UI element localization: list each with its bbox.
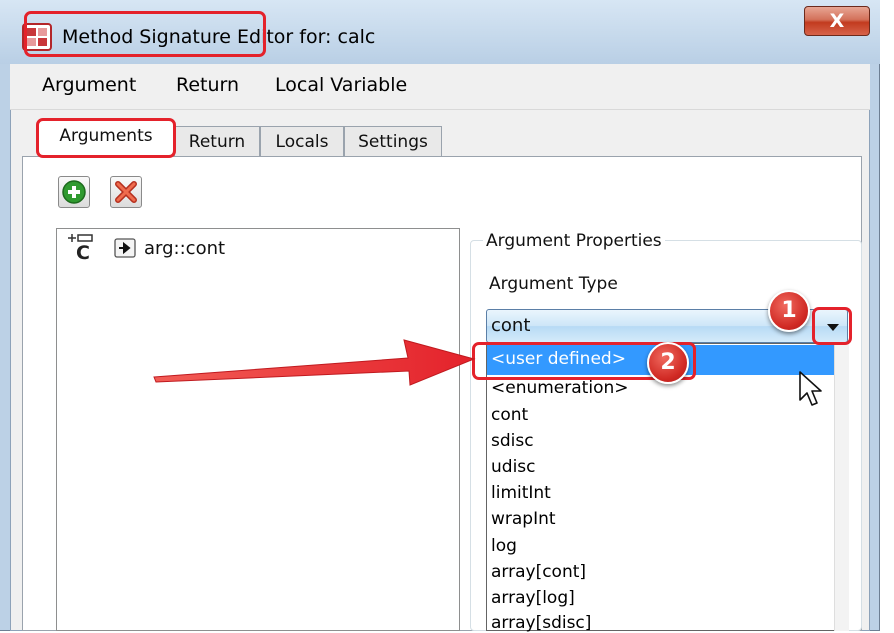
option-array-sdisc[interactable]: array[sdisc] (491, 613, 591, 633)
green-plus-icon (62, 180, 86, 204)
mouse-cursor-icon (798, 370, 824, 410)
option-enumeration[interactable]: <enumeration> (491, 378, 629, 398)
option-cont[interactable]: cont (491, 405, 528, 425)
delete-argument-button[interactable] (110, 176, 142, 208)
argument-type-label: Argument Type (489, 274, 618, 294)
option-wrapint[interactable]: wrapInt (491, 509, 556, 529)
close-button[interactable]: X (804, 6, 870, 36)
arguments-tab-highlight-box (36, 118, 176, 158)
callout-1: 1 (768, 290, 810, 332)
tab-settings[interactable]: Settings (344, 126, 442, 156)
input-arrow-icon (114, 238, 136, 258)
tab-return[interactable]: Return (174, 126, 260, 156)
menu-return[interactable]: Return (176, 74, 239, 96)
option-array-cont[interactable]: array[cont] (491, 562, 586, 582)
tab-locals[interactable]: Locals (260, 126, 344, 156)
menu-argument[interactable]: Argument (42, 74, 136, 96)
dropdown-scrollbar[interactable] (834, 344, 849, 631)
title-highlight-box (24, 11, 266, 57)
option-sdisc[interactable]: sdisc (491, 431, 534, 451)
argument-item-label[interactable]: arg::cont (144, 238, 225, 259)
class-c-icon: C (66, 232, 106, 264)
argument-list[interactable] (56, 228, 460, 631)
menu-bar (10, 64, 870, 110)
dropdown-arrow-highlight-box (812, 307, 852, 345)
option-udisc[interactable]: udisc (491, 457, 536, 477)
argument-type-value: cont (491, 315, 531, 336)
option-limitint[interactable]: limitInt (491, 483, 551, 503)
argument-properties-title: Argument Properties (483, 231, 665, 251)
pointer-arrow-icon (150, 335, 480, 391)
red-x-delete-icon (115, 181, 137, 203)
menu-local-variable[interactable]: Local Variable (275, 74, 407, 96)
add-argument-button[interactable] (58, 176, 90, 208)
callout-2: 2 (647, 342, 689, 384)
option-array-log[interactable]: array[log] (491, 588, 575, 608)
option-log[interactable]: log (491, 536, 517, 556)
svg-text:C: C (76, 242, 90, 262)
